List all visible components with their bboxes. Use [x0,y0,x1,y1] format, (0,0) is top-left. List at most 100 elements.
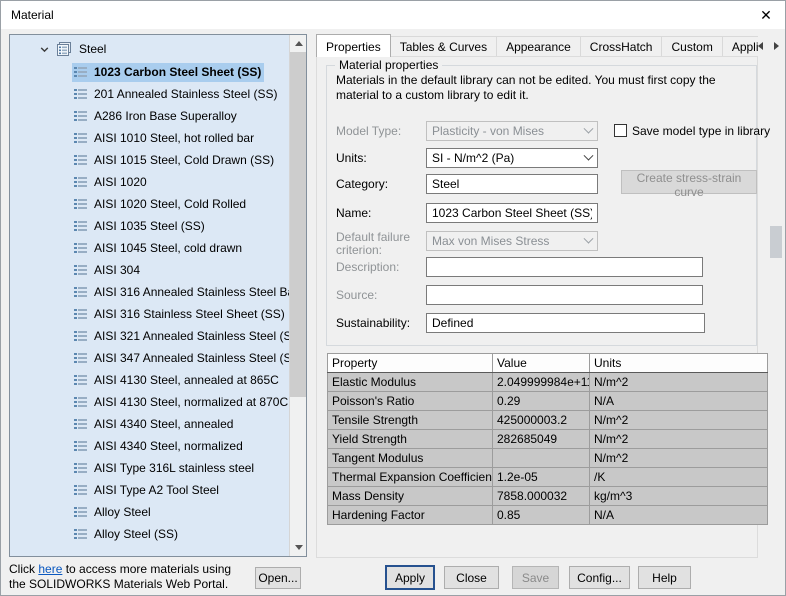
value-cell[interactable]: 0.29 [493,392,590,411]
tree-item[interactable]: AISI Type 316L stainless steel [10,457,289,479]
tab[interactable]: Properties [316,34,391,57]
tab-scroll-left-icon[interactable] [754,38,766,53]
tree-item[interactable]: A286 Iron Base Superalloy [10,105,289,127]
column-header-units: Units [590,354,768,373]
description-input[interactable] [426,257,703,277]
tree-item[interactable]: AISI 1020 Steel, Cold Rolled [10,193,289,215]
table-body: Elastic Modulus 2.049999984e+11 N/m^2 Po… [328,373,768,525]
tree-item[interactable]: 1023 Carbon Steel Sheet (SS) [10,61,289,83]
units-cell: kg/m^3 [590,487,768,506]
scroll-thumb[interactable] [290,52,306,397]
chevron-down-icon [584,233,594,243]
help-button[interactable]: Help [638,566,691,589]
tab-scroll-right-icon[interactable] [770,38,782,53]
property-cell: Elastic Modulus [328,373,493,392]
scroll-up-icon[interactable] [290,35,307,52]
save-model-type-checkbox[interactable] [614,124,627,137]
properties-tab-panel: Material properties Materials in the def… [316,56,758,558]
material-icon [74,484,87,496]
tree-item[interactable]: AISI 1035 Steel (SS) [10,215,289,237]
material-icon [74,352,87,364]
material-icon [74,220,87,232]
units-cell: N/m^2 [590,373,768,392]
save-button: Save [512,566,559,589]
property-cell: Poisson's Ratio [328,392,493,411]
tree-item[interactable]: Alloy Steel (SS) [10,523,289,545]
tree-item[interactable]: 201 Annealed Stainless Steel (SS) [10,83,289,105]
here-link[interactable]: here [38,562,62,576]
tree-item[interactable]: AISI 1015 Steel, Cold Drawn (SS) [10,149,289,171]
sustainability-input[interactable] [426,313,705,333]
tree-item-label: AISI 316 Annealed Stainless Steel Ba [94,285,289,299]
property-cell: Mass Density [328,487,493,506]
tree-item-label: 1023 Carbon Steel Sheet (SS) [94,65,261,79]
tree-item[interactable]: AISI 304 [10,259,289,281]
tree-item[interactable]: AISI 1020 [10,171,289,193]
config-button[interactable]: Config... [569,566,630,589]
table-row[interactable]: Tensile Strength 425000003.2 N/m^2 [328,411,768,430]
value-cell[interactable]: 2.049999984e+11 [493,373,590,392]
value-cell[interactable]: 0.85 [493,506,590,525]
tree-scrollbar[interactable] [289,35,306,556]
value-cell[interactable]: 1.2e-05 [493,468,590,487]
table-row[interactable]: Mass Density 7858.000032 kg/m^3 [328,487,768,506]
tree-item[interactable]: AISI 316 Stainless Steel Sheet (SS) [10,303,289,325]
tree-node-steel[interactable]: Steel [10,38,106,60]
tree-root-label: Steel [79,42,106,56]
chevron-down-icon [584,123,594,133]
material-icon [74,396,87,408]
tree-item[interactable]: AISI 347 Annealed Stainless Steel (S [10,347,289,369]
table-row[interactable]: Tangent Modulus N/m^2 [328,449,768,468]
tree-item[interactable]: AISI 4340 Steel, annealed [10,413,289,435]
tab-scroll-arrows [754,38,782,53]
chevron-down-icon[interactable] [38,43,50,55]
tree-item[interactable]: AISI 4130 Steel, normalized at 870C [10,391,289,413]
scroll-down-icon[interactable] [290,539,307,556]
close-button[interactable]: ✕ [749,2,783,28]
units-cell: N/m^2 [590,411,768,430]
value-cell[interactable]: 425000003.2 [493,411,590,430]
table-header-row: Property Value Units [328,354,768,373]
tree-item[interactable]: AISI 321 Annealed Stainless Steel (S [10,325,289,347]
open-button[interactable]: Open... [255,567,301,589]
tab[interactable]: CrossHatch [580,36,663,57]
apply-button[interactable]: Apply [385,565,435,590]
tree-item-label: AISI Type 316L stainless steel [94,461,254,475]
tab[interactable]: Custom [661,36,722,57]
tree-item[interactable]: AISI Type A2 Tool Steel [10,479,289,501]
panel-scrollbar[interactable] [770,59,782,557]
value-cell[interactable]: 7858.000032 [493,487,590,506]
units-select[interactable]: SI - N/m^2 (Pa) [426,148,598,168]
close-dialog-button[interactable]: Close [444,566,499,589]
value-cell[interactable]: 282685049 [493,430,590,449]
tab[interactable]: Appearance [496,36,581,57]
material-icon [74,132,87,144]
table-row[interactable]: Yield Strength 282685049 N/m^2 [328,430,768,449]
failure-criterion-select: Max von Mises Stress [426,231,598,251]
save-model-type-label: Save model type in library [632,124,770,138]
tab[interactable]: Tables & Curves [390,36,497,57]
material-icon [74,374,87,386]
source-input[interactable] [426,285,703,305]
units-cell: N/m^2 [590,430,768,449]
tree-item[interactable]: AISI 1045 Steel, cold drawn [10,237,289,259]
name-input[interactable] [426,203,598,223]
material-dialog: Material ✕ Steel [0,0,786,596]
close-icon: ✕ [760,7,772,23]
panel-scroll-thumb[interactable] [770,226,782,258]
tab[interactable]: Application Dat [722,36,758,57]
tree-item[interactable]: AISI 4130 Steel, annealed at 865C [10,369,289,391]
tree-item-label: AISI 1020 Steel, Cold Rolled [94,197,246,211]
tree-item[interactable]: Alloy Steel [10,501,289,523]
tree-item-label: AISI 304 [94,263,140,277]
table-row[interactable]: Hardening Factor 0.85 N/A [328,506,768,525]
table-row[interactable]: Thermal Expansion Coefficient 1.2e-05 /K [328,468,768,487]
value-cell[interactable] [493,449,590,468]
category-input[interactable] [426,174,598,194]
tree-item[interactable]: AISI 4340 Steel, normalized [10,435,289,457]
tree-item[interactable]: AISI 1010 Steel, hot rolled bar [10,127,289,149]
tree-item[interactable]: AISI 316 Annealed Stainless Steel Ba [10,281,289,303]
table-row[interactable]: Poisson's Ratio 0.29 N/A [328,392,768,411]
table-row[interactable]: Elastic Modulus 2.049999984e+11 N/m^2 [328,373,768,392]
tree-item-label: AISI 4340 Steel, normalized [94,439,243,453]
